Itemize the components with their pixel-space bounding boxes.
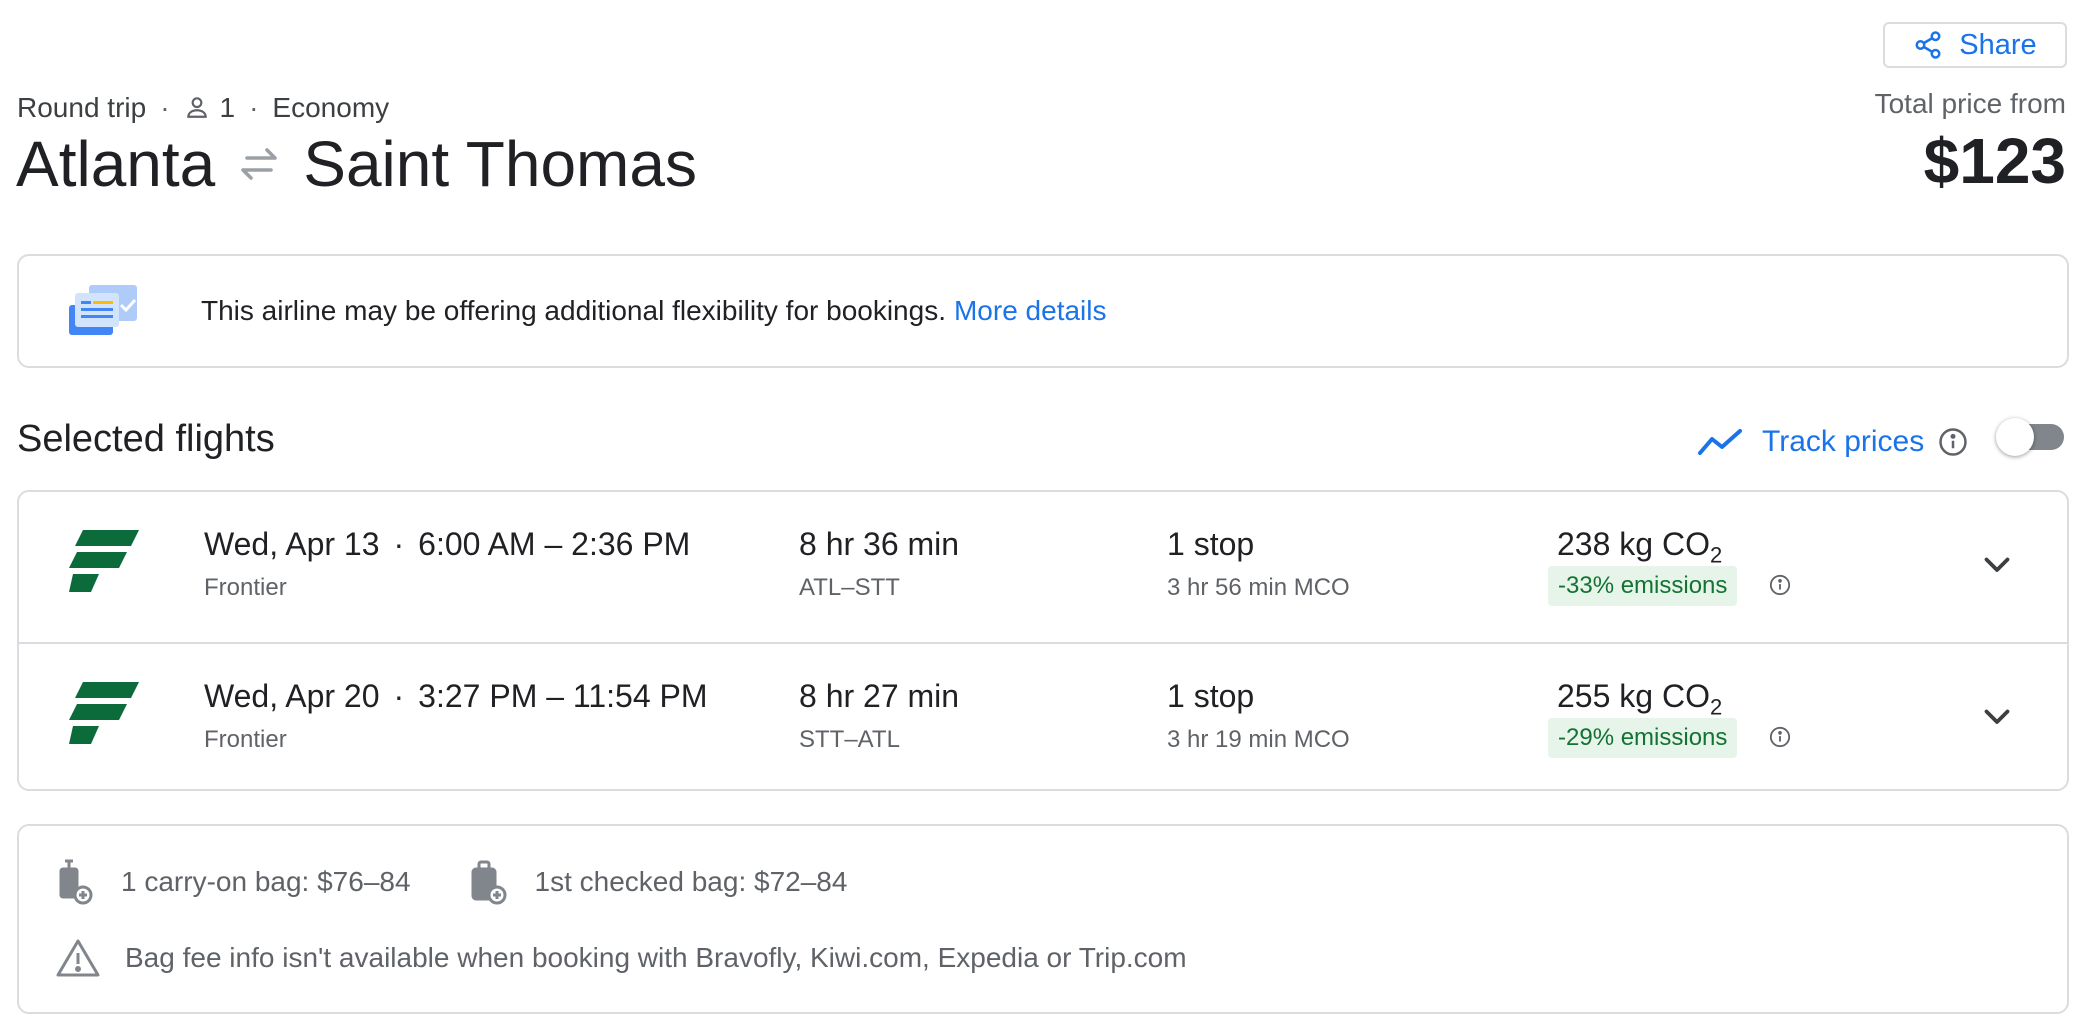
share-label: Share (1959, 28, 2037, 61)
flexibility-message: This airline may be offering additional … (201, 295, 1107, 327)
flight-route: ATL–STT (799, 574, 900, 601)
flight-duration: 8 hr 36 min (799, 526, 960, 562)
cabin-class[interactable]: Economy (272, 92, 389, 124)
info-icon[interactable] (1938, 427, 1968, 457)
flight-time-range: 6:00 AM – 2:36 PM (418, 526, 691, 562)
passengers-selector[interactable]: 1 (184, 92, 236, 124)
co2-amount: 255 kg CO2 (1557, 678, 1722, 720)
flight-stops: 1 stop (1167, 526, 1255, 562)
flexibility-notice: This airline may be offering additional … (17, 254, 2069, 368)
bag-fees-line: 1 carry-on bag: $76–84 1st checked bag: … (55, 858, 847, 906)
chevron-down-icon[interactable] (1979, 546, 2015, 582)
warning-icon (56, 939, 100, 977)
checked-bag-icon (471, 860, 507, 905)
chevron-down-icon[interactable] (1979, 698, 2015, 734)
selected-flights-title: Selected flights (17, 418, 275, 460)
co2-value: 238 kg CO (1557, 526, 1710, 562)
destination-city: Saint Thomas (303, 128, 697, 200)
airline-name: Frontier (204, 574, 287, 601)
flight-route: STT–ATL (799, 726, 900, 753)
co2-value: 255 kg CO (1557, 678, 1710, 714)
origin-city: Atlanta (16, 128, 216, 200)
co2-subscript: 2 (1709, 542, 1723, 568)
info-icon[interactable] (1769, 574, 1791, 596)
trip-type[interactable]: Round trip (17, 92, 146, 124)
co2-subscript: 2 (1709, 694, 1723, 720)
passenger-count: 1 (219, 92, 236, 123)
flight-layover: 3 hr 56 min MCO (1167, 574, 1350, 601)
booking-flexibility-icon (69, 285, 137, 335)
flight-times: Wed, Apr 20 · 3:27 PM – 11:54 PM (204, 678, 708, 715)
share-icon (1915, 31, 1941, 59)
flight-row-return[interactable]: Wed, Apr 20 · 3:27 PM – 11:54 PM Frontier … (19, 642, 2067, 794)
total-price-label: Total price from (1874, 88, 2066, 119)
bag-fees-card: 1 carry-on bag: $76–84 1st checked bag: … (17, 824, 2069, 1014)
flight-time-range: 3:27 PM – 11:54 PM (418, 678, 708, 714)
track-prices-toggle[interactable] (1996, 418, 2068, 458)
trend-chart-icon (1698, 429, 1742, 455)
share-button[interactable]: Share (1883, 22, 2067, 68)
flight-duration: 8 hr 27 min (799, 678, 960, 714)
separator-dot: · (393, 678, 405, 714)
flight-layover: 3 hr 19 min MCO (1167, 726, 1350, 753)
toggle-knob (1996, 418, 2034, 456)
flight-times: Wed, Apr 13 · 6:00 AM – 2:36 PM (204, 526, 690, 563)
frontier-logo-icon (69, 682, 139, 744)
frontier-logo-icon (69, 530, 139, 592)
swap-arrows-icon (241, 148, 277, 180)
separator-dot: · (160, 92, 170, 123)
co2-amount: 238 kg CO2 (1557, 526, 1722, 568)
selected-flights-card: Wed, Apr 13 · 6:00 AM – 2:36 PM Frontier 8… (17, 490, 2069, 791)
flight-date: Wed, Apr 20 (204, 678, 380, 714)
checked-bag-fee: 1st checked bag: $72–84 (534, 866, 848, 897)
flight-stops: 1 stop (1167, 678, 1255, 714)
person-icon (186, 97, 207, 118)
info-icon[interactable] (1769, 726, 1791, 748)
total-price: $123 (1923, 125, 2066, 197)
flight-date: Wed, Apr 13 (204, 526, 380, 562)
carry-on-bag-icon (59, 859, 93, 905)
track-prices-label: Track prices (1762, 425, 1925, 458)
emissions-badge: -33% emissions (1548, 566, 1738, 606)
carry-on-bag-fee: 1 carry-on bag: $76–84 (121, 866, 411, 897)
emissions-badge: -29% emissions (1548, 718, 1738, 758)
flexibility-text: This airline may be offering additional … (201, 295, 946, 326)
airline-name: Frontier (204, 726, 287, 753)
more-details-link[interactable]: More details (954, 295, 1107, 326)
bag-fee-warning-text: Bag fee info isn't available when bookin… (125, 942, 1187, 973)
track-prices[interactable]: Track prices (1696, 418, 1968, 466)
flight-row-outbound[interactable]: Wed, Apr 13 · 6:00 AM – 2:36 PM Frontier 8… (19, 492, 2067, 642)
trip-meta: Round trip · 1 · Economy (17, 88, 389, 128)
route-title: Atlanta Saint Thomas (16, 124, 697, 204)
bag-fee-warning: Bag fee info isn't available when bookin… (55, 934, 1187, 982)
separator-dot: · (249, 92, 259, 123)
separator-dot: · (393, 526, 405, 562)
